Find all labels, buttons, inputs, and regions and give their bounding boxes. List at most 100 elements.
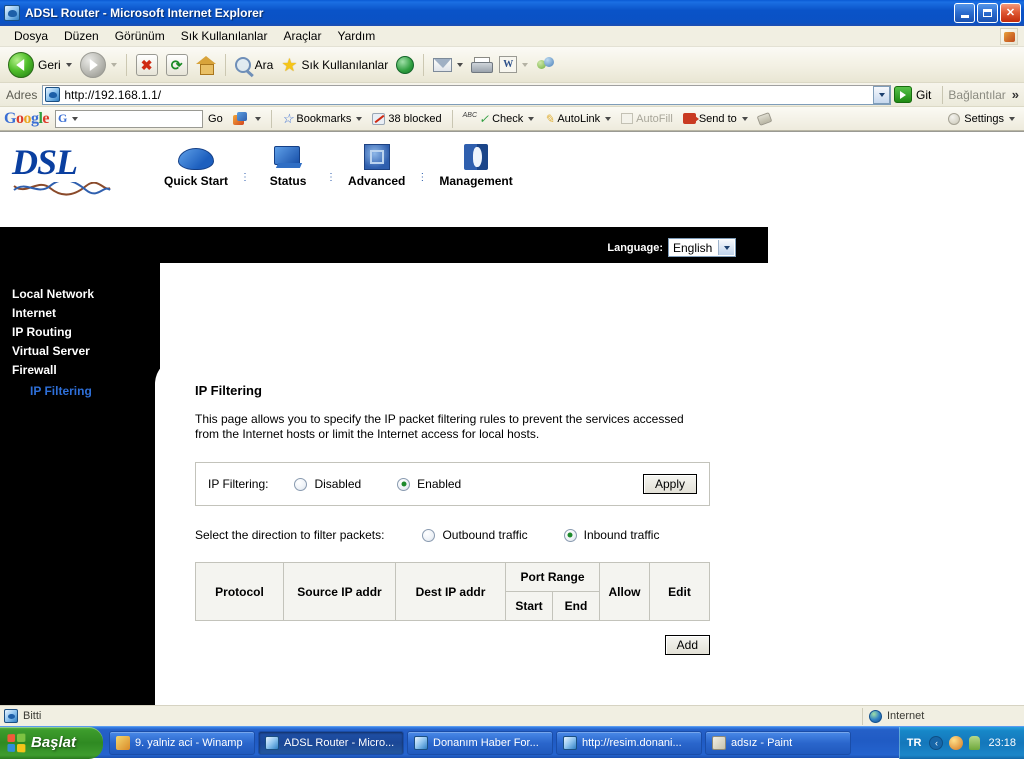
google-bookmarks-button[interactable]: ☆ Bookmarks	[277, 112, 368, 125]
menu-item-yardim[interactable]: Yardım	[329, 27, 383, 45]
nav-item-quick-start[interactable]: Quick Start	[152, 140, 240, 188]
table-header: Protocol Source IP addr Dest IP addr Por…	[195, 562, 710, 621]
radio-option-outbound[interactable]: Outbound traffic	[422, 528, 528, 542]
minimize-button[interactable]	[954, 3, 975, 23]
google-settings-button[interactable]: Settings	[943, 112, 1020, 125]
chevron-down-icon[interactable]	[718, 240, 734, 255]
radio-option-inbound[interactable]: Inbound traffic	[563, 528, 659, 542]
menu-item-gorunum[interactable]: Görünüm	[107, 27, 173, 45]
language-value: English	[673, 240, 713, 255]
col-port-range: Port Range	[505, 562, 600, 592]
sidebar-item-local-network[interactable]: Local Network	[0, 285, 160, 304]
search-button[interactable]: Ara	[231, 50, 278, 80]
chevron-down-icon[interactable]	[457, 62, 464, 67]
sidebar-item-ip-filtering[interactable]: IP Filtering	[0, 382, 160, 401]
taskbar-item-paint[interactable]: adsız - Paint	[705, 730, 851, 755]
google-search-input[interactable]: G	[55, 109, 204, 128]
google-autolink-button[interactable]: ✎ AutoLink	[539, 112, 616, 126]
print-button[interactable]	[467, 50, 495, 80]
nav-item-management[interactable]: Management	[427, 140, 524, 188]
address-divider	[942, 85, 944, 104]
radio-enabled-icon[interactable]	[397, 477, 411, 491]
router-nav: Quick Start ⋮ Status ⋮ Advanced ⋮ Manage…	[152, 140, 525, 188]
nav-item-advanced[interactable]: Advanced	[336, 140, 417, 188]
taskbar: Başlat 9. yalniz aci - Winamp ADSL Route…	[0, 726, 1024, 759]
windows-flag-icon	[7, 733, 26, 752]
direction-selector: Select the direction to filter packets: …	[195, 528, 769, 542]
nav-separator: ⋮	[417, 172, 428, 183]
google-apps-button[interactable]	[228, 111, 266, 126]
edit-word-button[interactable]: W	[495, 50, 532, 80]
abc-icon: ABC	[462, 112, 478, 119]
google-sendto-button[interactable]: Send to	[678, 113, 753, 125]
clock[interactable]: 23:18	[988, 737, 1016, 749]
status-text: Bitti	[23, 710, 42, 722]
restore-button[interactable]	[977, 3, 998, 23]
add-button[interactable]: Add	[664, 635, 710, 655]
taskbar-label: Donanım Haber For...	[433, 736, 539, 749]
radio-option-disabled[interactable]: Disabled	[294, 477, 361, 491]
menu-item-duzen[interactable]: Düzen	[56, 27, 107, 45]
mail-button[interactable]	[429, 50, 467, 80]
menu-item-sik-kullanilanlar[interactable]: Sık Kullanılanlar	[173, 27, 276, 45]
taskbar-item-winamp[interactable]: 9. yalniz aci - Winamp	[109, 730, 255, 755]
chevron-double-right-icon[interactable]: »	[1012, 87, 1019, 102]
sidebar-item-ip-routing[interactable]: IP Routing	[0, 323, 160, 342]
refresh-button[interactable]: ⟳	[162, 50, 192, 80]
language-selector-wrap: Language: English	[607, 238, 736, 257]
close-button[interactable]: ✕	[1000, 3, 1021, 23]
apply-button[interactable]: Apply	[642, 474, 697, 494]
autolink-label: AutoLink	[557, 112, 601, 125]
security-zone[interactable]: Internet	[862, 707, 1022, 725]
stop-button[interactable]: ✖	[132, 50, 162, 80]
back-label: Geri	[38, 57, 61, 72]
tray-update-icon[interactable]	[949, 735, 964, 750]
address-input[interactable]: http://192.168.1.1/	[42, 84, 892, 105]
tray-antivirus-icon[interactable]	[969, 735, 981, 750]
menu-item-dosya[interactable]: Dosya	[6, 27, 56, 45]
media-button[interactable]	[392, 50, 418, 80]
google-blocked-counter[interactable]: 38 blocked	[367, 112, 446, 125]
col-allow: Allow	[599, 562, 650, 621]
sidebar-item-internet[interactable]: Internet	[0, 304, 160, 323]
taskbar-item-donanim-haber[interactable]: Donanım Haber For...	[407, 730, 553, 755]
menu-item-araclar[interactable]: Araçlar	[275, 27, 329, 45]
chevron-down-icon[interactable]	[72, 116, 79, 121]
nav-item-status[interactable]: Status	[250, 140, 326, 188]
chevron-down-icon[interactable]	[65, 62, 72, 67]
forward-button[interactable]	[76, 50, 121, 80]
radio-outbound-icon[interactable]	[422, 528, 436, 542]
go-button[interactable]: Git	[891, 86, 937, 103]
taskbar-label: http://resim.donani...	[582, 736, 682, 749]
col-source-ip: Source IP addr	[283, 562, 396, 621]
word-icon: W	[499, 56, 518, 73]
toolbar-divider	[224, 53, 226, 76]
google-check-button[interactable]: ABC ✓ Check	[458, 112, 540, 126]
blocked-label: 38 blocked	[388, 112, 442, 125]
google-go-label[interactable]: Go	[203, 113, 228, 125]
favorites-button[interactable]: ★ Sık Kullanılanlar	[277, 50, 392, 80]
sidebar-item-firewall[interactable]: Firewall	[0, 361, 160, 380]
google-highlight-button[interactable]	[753, 111, 776, 126]
radio-disabled-icon[interactable]	[294, 477, 308, 491]
sendto-label: Send to	[698, 112, 737, 125]
taskbar-item-adsl-router[interactable]: ADSL Router - Micro...	[258, 730, 404, 755]
address-url-text: http://192.168.1.1/	[64, 87, 162, 102]
col-protocol: Protocol	[195, 562, 284, 621]
gear-icon	[948, 112, 961, 125]
address-dropdown-button[interactable]	[873, 85, 891, 104]
tray-expand-icon[interactable]: ‹	[929, 735, 944, 750]
taskbar-item-resim-donanim[interactable]: http://resim.donani...	[556, 730, 702, 755]
radio-inbound-icon[interactable]	[563, 528, 577, 542]
radio-option-enabled[interactable]: Enabled	[397, 477, 461, 491]
start-button[interactable]: Başlat	[0, 726, 103, 759]
sidebar-item-virtual-server[interactable]: Virtual Server	[0, 342, 160, 361]
home-button[interactable]	[192, 50, 220, 80]
back-button[interactable]: Geri	[4, 50, 76, 80]
nav-label-advanced: Advanced	[348, 174, 406, 188]
links-label[interactable]: Bağlantılar	[948, 88, 1005, 102]
messenger-button[interactable]	[532, 50, 560, 80]
nav-label-management: Management	[439, 174, 513, 188]
input-language-indicator[interactable]: TR	[907, 737, 922, 749]
language-select[interactable]: English	[668, 238, 736, 257]
